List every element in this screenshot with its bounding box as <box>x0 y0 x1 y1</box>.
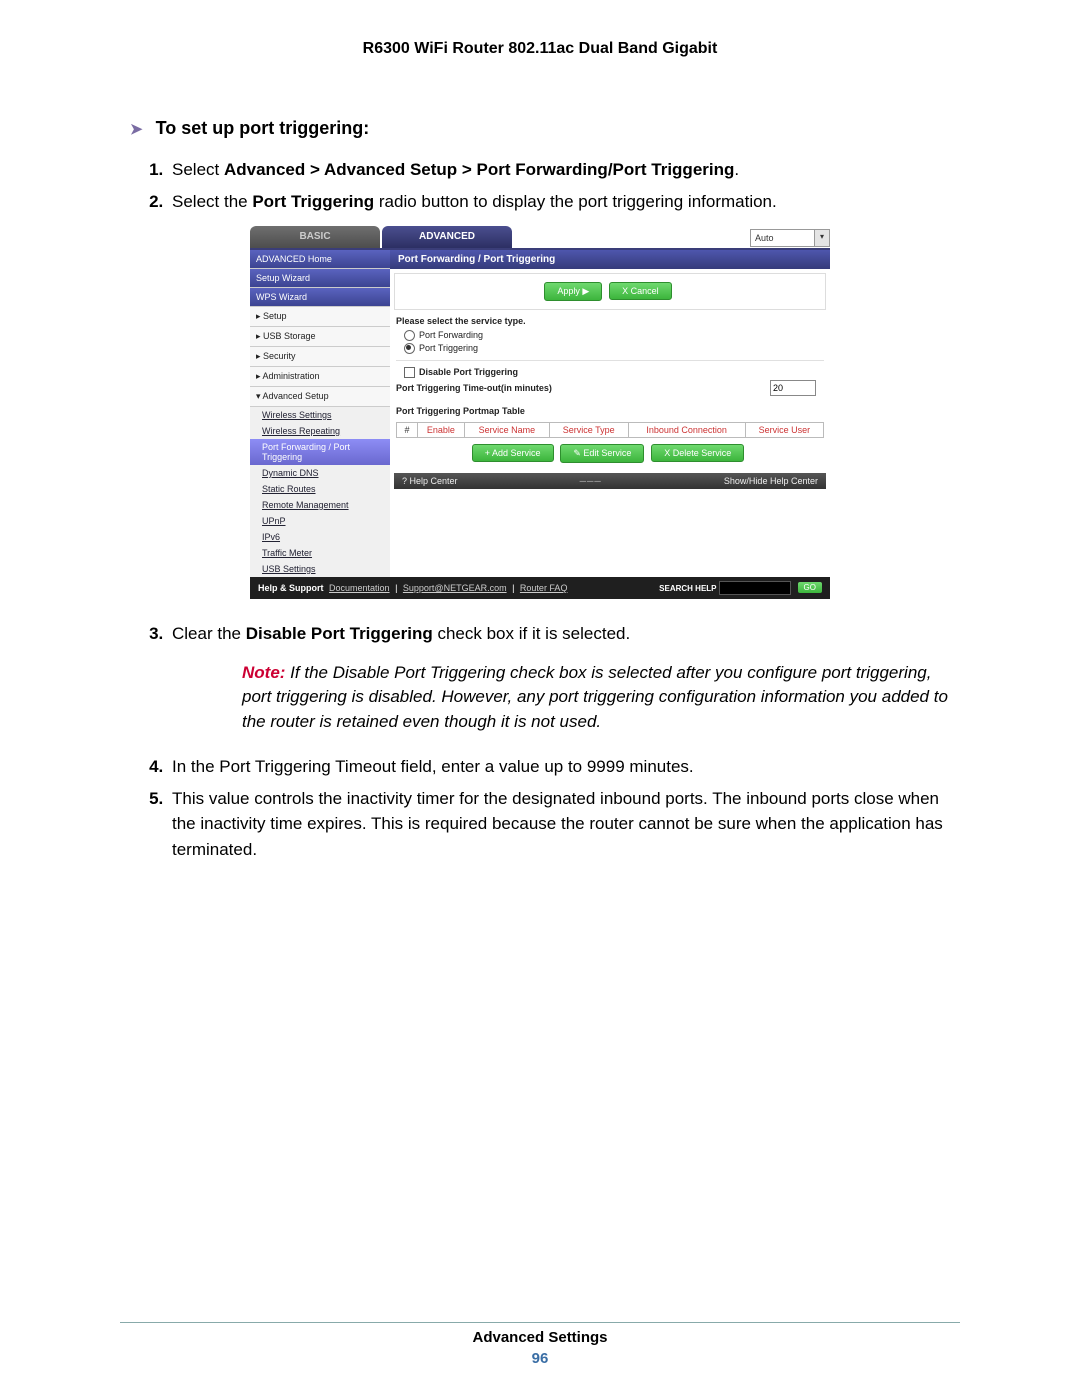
select-service-type-label: Please select the service type. <box>396 316 824 326</box>
sidebar-upnp[interactable]: UPnP <box>250 513 390 529</box>
sidebar-administration[interactable]: ▸ Administration <box>250 367 390 387</box>
go-button[interactable]: GO <box>798 582 822 593</box>
footer-title: Advanced Settings <box>120 1329 960 1346</box>
step-3: Clear the Disable Port Triggering check … <box>168 621 960 734</box>
col-enable: Enable <box>418 423 465 438</box>
sidebar-wireless-repeating[interactable]: Wireless Repeating <box>250 423 390 439</box>
tab-advanced[interactable]: ADVANCED <box>382 226 512 248</box>
sidebar-setup[interactable]: ▸ Setup <box>250 307 390 327</box>
cancel-button[interactable]: X Cancel <box>609 282 672 300</box>
step-2: Select the Port Triggering radio button … <box>168 189 960 215</box>
step-4: In the Port Triggering Timeout field, en… <box>168 754 960 780</box>
steps-list: Select Advanced > Advanced Setup > Port … <box>168 157 960 214</box>
showhide-help-link[interactable]: Show/Hide Help Center <box>724 476 818 486</box>
apply-button[interactable]: Apply ▶ <box>544 282 602 301</box>
steps-list-continued: Clear the Disable Port Triggering check … <box>168 621 960 862</box>
sidebar-static-routes[interactable]: Static Routes <box>250 481 390 497</box>
search-help-label: SEARCH HELP <box>659 584 716 593</box>
section-heading: ➤ To set up port triggering: <box>130 118 960 139</box>
tab-basic[interactable]: BASIC <box>250 226 380 248</box>
sidebar-usb-settings[interactable]: USB Settings <box>250 561 390 577</box>
radio-port-forwarding[interactable]: Port Forwarding <box>404 330 824 341</box>
router-screenshot: BASIC ADVANCED Auto ▾ ADVANCED Home Setu… <box>250 226 830 599</box>
sidebar-traffic-meter[interactable]: Traffic Meter <box>250 545 390 561</box>
portmap-table: # Enable Service Name Service Type Inbou… <box>396 422 824 438</box>
delete-service-button[interactable]: X Delete Service <box>651 444 744 462</box>
search-input[interactable] <box>719 581 791 595</box>
note-label: Note: <box>242 663 285 682</box>
drag-handle-icon[interactable]: ─── <box>580 476 602 486</box>
sidebar: ADVANCED Home Setup Wizard WPS Wizard ▸ … <box>250 250 390 577</box>
section-heading-text: To set up port triggering: <box>156 118 370 138</box>
help-center-label[interactable]: ? Help Center <box>402 476 458 486</box>
radio-port-triggering[interactable]: Port Triggering <box>404 343 824 354</box>
support-bar: Help & Support Documentation | Support@N… <box>250 577 830 599</box>
chevron-down-icon: ▾ <box>814 230 829 246</box>
sidebar-remote-management[interactable]: Remote Management <box>250 497 390 513</box>
note-block: Note: If the Disable Port Triggering che… <box>242 661 960 735</box>
col-num: # <box>397 423 418 438</box>
timeout-label: Port Triggering Time-out(in minutes) <box>396 383 552 393</box>
sidebar-port-forwarding[interactable]: Port Forwarding / Port Triggering <box>250 439 390 465</box>
timeout-input[interactable] <box>770 380 816 396</box>
col-inbound: Inbound Connection <box>628 423 745 438</box>
add-service-button[interactable]: + Add Service <box>472 444 554 462</box>
col-service-name: Service Name <box>464 423 549 438</box>
arrow-icon: ➤ <box>130 120 143 138</box>
step-1: Select Advanced > Advanced Setup > Port … <box>168 157 960 183</box>
note-text: If the Disable Port Triggering check box… <box>242 663 948 731</box>
step-5: This value controls the inactivity timer… <box>168 786 960 863</box>
portmap-title: Port Triggering Portmap Table <box>396 406 824 416</box>
auto-dropdown[interactable]: Auto ▾ <box>750 229 830 247</box>
sidebar-advanced-home[interactable]: ADVANCED Home <box>250 250 390 269</box>
page-footer: Advanced Settings 96 <box>120 1322 960 1367</box>
content-panel: Port Forwarding / Port Triggering Apply … <box>390 250 830 577</box>
edit-service-button[interactable]: ✎ Edit Service <box>560 444 644 463</box>
col-service-user: Service User <box>745 423 823 438</box>
sidebar-wps-wizard[interactable]: WPS Wizard <box>250 288 390 307</box>
sidebar-wireless-settings[interactable]: Wireless Settings <box>250 407 390 423</box>
sidebar-usb-storage[interactable]: ▸ USB Storage <box>250 327 390 347</box>
sidebar-setup-wizard[interactable]: Setup Wizard <box>250 269 390 288</box>
link-documentation[interactable]: Documentation <box>329 583 390 593</box>
checkbox-disable-port-triggering[interactable]: Disable Port Triggering <box>404 367 824 378</box>
link-router-faq[interactable]: Router FAQ <box>520 583 568 593</box>
footer-page-number: 96 <box>120 1350 960 1367</box>
content-title: Port Forwarding / Port Triggering <box>390 250 830 269</box>
sidebar-advanced-setup[interactable]: ▾ Advanced Setup <box>250 387 390 407</box>
sidebar-security[interactable]: ▸ Security <box>250 347 390 367</box>
help-support-label: Help & Support <box>258 583 324 593</box>
col-service-type: Service Type <box>549 423 628 438</box>
sidebar-dynamic-dns[interactable]: Dynamic DNS <box>250 465 390 481</box>
link-support-email[interactable]: Support@NETGEAR.com <box>403 583 507 593</box>
doc-header: R6300 WiFi Router 802.11ac Dual Band Gig… <box>120 40 960 58</box>
sidebar-ipv6[interactable]: IPv6 <box>250 529 390 545</box>
